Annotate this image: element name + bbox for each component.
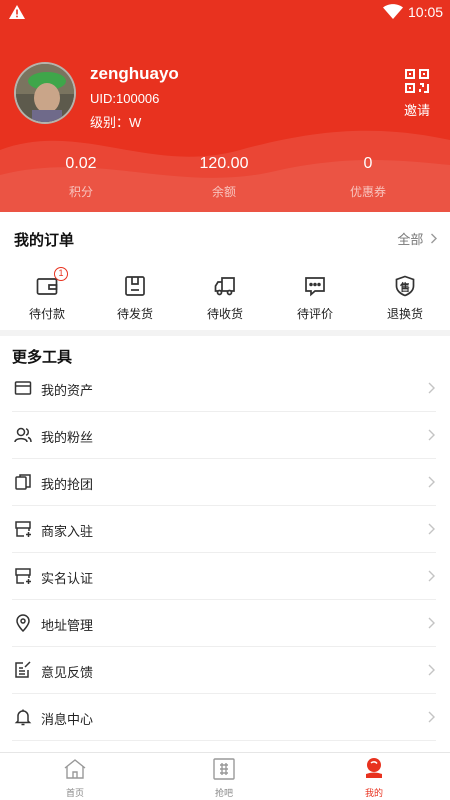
chevron-right-icon — [428, 617, 435, 629]
tool-label: 地址管理 — [41, 618, 94, 633]
warning-icon — [9, 5, 25, 19]
location-icon — [16, 614, 30, 632]
stat-value: 120.00 — [199, 155, 249, 172]
tool-label: 意见反馈 — [41, 665, 94, 680]
tab-grab[interactable]: 抢吧 — [189, 757, 259, 799]
tab-label: 我的 — [364, 788, 383, 798]
tool-feedback[interactable]: 意见反馈 — [12, 647, 436, 694]
box-icon — [125, 276, 145, 296]
tool-label: 我的抢团 — [41, 477, 94, 492]
stat-value: 0.02 — [65, 155, 97, 172]
tools-section: 更多工具 我的资产 我的粉丝 我的抢团 商家入驻 实名认证 地址管理 意见反馈 … — [0, 336, 450, 752]
order-label: 退换货 — [386, 307, 423, 321]
tool-label: 我的粉丝 — [41, 430, 94, 445]
order-label: 待收货 — [206, 307, 243, 321]
invite-button[interactable]: 邀请 — [398, 68, 436, 119]
invite-label: 邀请 — [403, 103, 430, 118]
truck-icon — [214, 277, 235, 296]
orders-all-label: 全部 — [397, 232, 424, 247]
qr-code-icon — [405, 69, 429, 93]
id-card-icon — [15, 568, 31, 584]
user-level: 级别：W — [90, 115, 142, 130]
tool-my-fans[interactable]: 我的粉丝 — [12, 412, 436, 459]
grid-icon — [213, 758, 235, 780]
user-id: UID:100006 — [90, 91, 160, 106]
stat-points[interactable]: 0.02 积分 — [21, 155, 141, 200]
order-pending-shipment[interactable]: 待发货 — [95, 274, 175, 322]
profile-icon — [366, 758, 382, 778]
order-badge: 1 — [54, 267, 68, 281]
order-label: 待评价 — [296, 307, 333, 321]
users-icon — [14, 427, 32, 443]
tool-address-management[interactable]: 地址管理 — [12, 600, 436, 647]
tool-message-center[interactable]: 消息中心 — [12, 694, 436, 741]
tool-merchant-join[interactable]: 商家入驻 — [12, 506, 436, 553]
tool-my-assets[interactable]: 我的资产 — [12, 365, 436, 412]
chevron-right-icon — [428, 476, 435, 488]
tab-mine[interactable]: 我的 — [339, 757, 409, 799]
chevron-right-icon — [428, 429, 435, 441]
chevron-right-icon — [428, 523, 435, 535]
stat-label: 优惠券 — [349, 185, 386, 199]
chevron-right-icon — [428, 382, 435, 394]
feedback-icon — [15, 661, 31, 678]
tool-real-name-verification[interactable]: 实名认证 — [12, 553, 436, 600]
orders-title: 我的订单 — [14, 232, 75, 249]
tool-label: 实名认证 — [41, 571, 94, 586]
avatar[interactable] — [14, 62, 76, 124]
orders-all-link[interactable]: 全部 — [397, 229, 438, 248]
tool-label: 我的资产 — [41, 383, 94, 398]
chevron-right-icon — [428, 570, 435, 582]
order-label: 待付款 — [28, 307, 65, 321]
username: zenghuayo — [90, 64, 179, 83]
tab-label: 抢吧 — [214, 788, 233, 798]
card-icon — [14, 381, 32, 395]
store-icon — [15, 521, 31, 537]
tool-label: 商家入驻 — [41, 524, 94, 539]
bottom-tab-bar: 首页 抢吧 我的 — [0, 752, 450, 800]
home-icon — [64, 759, 86, 779]
order-pending-payment[interactable]: 1 待付款 — [7, 267, 87, 322]
stats-row: 0.02 积分 120.00 余额 0 优惠券 — [0, 155, 450, 205]
tools-title: 更多工具 — [12, 349, 73, 366]
chevron-right-icon — [428, 711, 435, 723]
order-pending-review[interactable]: 待评价 — [275, 274, 355, 322]
wifi-icon — [383, 4, 403, 19]
tab-label: 首页 — [65, 788, 84, 798]
orders-section: 我的订单 全部 1 待付款 待发货 待收货 待评价 售 退换货 — [0, 212, 450, 330]
chevron-right-icon — [428, 664, 435, 676]
status-bar: 10:05 — [0, 0, 450, 24]
status-time: 10:05 — [408, 4, 444, 20]
stat-label: 余额 — [211, 185, 236, 199]
order-returns[interactable]: 售 退换货 — [365, 274, 445, 322]
tool-my-group-buys[interactable]: 我的抢团 — [12, 459, 436, 506]
stat-label: 积分 — [68, 185, 93, 199]
order-label: 待发货 — [116, 307, 153, 321]
stat-balance[interactable]: 120.00 余额 — [164, 155, 284, 200]
bell-icon — [14, 709, 32, 726]
stat-value: 0 — [363, 155, 373, 172]
group-icon — [15, 474, 31, 490]
chevron-right-icon — [431, 233, 437, 244]
return-icon-text: 售 — [400, 283, 410, 294]
tab-home[interactable]: 首页 — [40, 757, 110, 799]
tool-label: 消息中心 — [41, 712, 94, 727]
profile-header: 10:05 zenghuayo UID:100006 级别：W 邀请 0.02 … — [0, 0, 450, 212]
order-pending-receipt[interactable]: 待收货 — [185, 274, 265, 322]
stat-coupons[interactable]: 0 优惠券 — [308, 155, 428, 200]
comment-icon — [305, 277, 325, 297]
